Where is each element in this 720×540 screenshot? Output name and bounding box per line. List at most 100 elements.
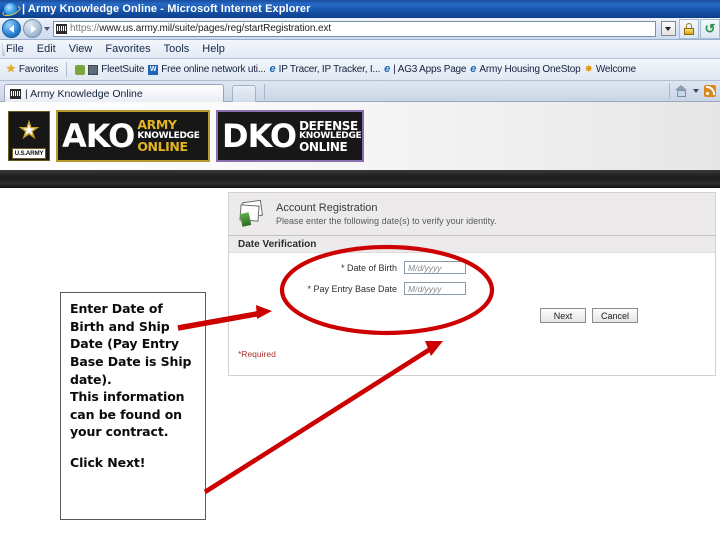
tab-label: | Army Knowledge Online — [25, 87, 143, 100]
toolbar-divider — [66, 62, 68, 77]
gray-page-icon — [88, 64, 99, 75]
tab-army-knowledge-online[interactable]: | Army Knowledge Online — [4, 84, 224, 102]
favorite-label: Welcome — [595, 64, 636, 75]
favorite-welcome[interactable]: ✸ Welcome — [584, 64, 636, 75]
menu-item-view[interactable]: View — [69, 43, 93, 55]
history-dropdown-icon[interactable] — [44, 26, 50, 31]
tab-bar-toolbar — [669, 83, 716, 98]
callout-line-3: Date (Pay Entry — [70, 336, 179, 352]
toolbar-divider — [264, 84, 265, 100]
refresh-button[interactable]: ↺ — [700, 18, 720, 39]
section-title: Date Verification — [238, 238, 317, 250]
favorite-label: FleetSuite — [101, 64, 145, 75]
site-nav-strip — [0, 170, 720, 188]
favorite-army-housing-onestop[interactable]: e Army Housing OneStop — [470, 63, 581, 76]
security-lock-button[interactable] — [679, 18, 699, 39]
menu-item-tools[interactable]: Tools — [164, 43, 190, 55]
date-of-birth-label: * Date of Birth — [340, 262, 397, 273]
instruction-callout: Enter Date of Birth and Ship Date (Pay E… — [60, 292, 206, 520]
page-title: Account Registration — [276, 202, 378, 214]
callout-line-5: date). — [70, 371, 112, 387]
callout-line-7: can be found on — [70, 406, 182, 422]
panel-header: Account Registration Please enter the fo… — [228, 192, 716, 236]
favorites-button[interactable]: ★ Favorites — [6, 63, 59, 76]
form-buttons: Next Cancel — [229, 308, 715, 323]
forward-button[interactable] — [23, 19, 42, 38]
favorite-free-online-network-utilities[interactable]: W Free online network uti... — [148, 64, 266, 75]
ako-tagline-line3: ONLINE — [137, 138, 188, 154]
home-icon[interactable] — [675, 84, 688, 97]
browser-window: | Army Knowledge Online - Microsoft Inte… — [0, 0, 720, 540]
white-star-icon: ★ — [22, 121, 36, 139]
rss-feed-icon[interactable] — [704, 84, 716, 97]
new-tab-button[interactable] — [232, 85, 256, 102]
blue-square-icon: W — [148, 64, 159, 75]
callout-line-2: Birth and Ship — [70, 318, 170, 334]
menu-item-edit[interactable]: Edit — [37, 43, 56, 55]
address-dropdown-icon — [660, 21, 676, 36]
ako-tagline: ARMY KNOWLEDGE ONLINE — [137, 117, 200, 154]
star-icon: ★ — [6, 63, 16, 75]
window-title: | Army Knowledge Online - Microsoft Inte… — [22, 3, 311, 15]
menu-item-favorites[interactable]: Favorites — [105, 43, 150, 55]
page-favicon — [56, 23, 67, 34]
account-registration-panel: Account Registration Please enter the fo… — [228, 192, 716, 378]
pay-entry-base-date-label: * Pay Entry Base Date — [307, 283, 397, 294]
favorite-label: IP Tracer, IP Tracker, I... — [278, 64, 381, 75]
date-of-birth-input[interactable]: M/d/yyyy — [404, 261, 466, 274]
address-bar: https://www.us.army.mil/suite/pages/reg/… — [0, 18, 720, 40]
site-logo-banner: ★ ★ U.S.ARMY AKO ARMY KNOWLEDGE ONLINE D… — [0, 102, 720, 170]
next-button[interactable]: Next — [540, 308, 586, 323]
favorite-fleetsuite[interactable]: FleetSuite — [75, 64, 144, 75]
green-page-icon — [75, 64, 86, 75]
favorite-ag3-apps-page[interactable]: e | AG3 Apps Page — [384, 64, 467, 76]
callout-line-4: Base Date is Ship — [70, 353, 192, 369]
favorites-label: Favorites — [18, 64, 59, 75]
favorite-label: Free online network uti... — [161, 64, 266, 75]
ako-acronym: AKO — [62, 117, 135, 155]
chevron-down-icon[interactable] — [693, 88, 699, 93]
dko-tagline: DEFENSE KNOWLEDGE ONLINE — [299, 118, 362, 153]
us-army-star-seal-icon: ★ ★ U.S.ARMY — [8, 111, 50, 161]
cancel-button[interactable]: Cancel — [592, 308, 638, 323]
callout-line-1: Enter Date of — [70, 301, 163, 316]
lock-icon — [684, 22, 694, 35]
callout-line-6: This information — [70, 389, 185, 405]
tab-bar: | Army Knowledge Online — [0, 81, 720, 102]
url-rest: www.us.army.mil/suite/pages/reg/startReg… — [99, 23, 332, 34]
ako-logo[interactable]: AKO ARMY KNOWLEDGE ONLINE — [56, 110, 210, 162]
favorite-label: Army Housing OneStop — [479, 64, 581, 75]
back-button[interactable] — [2, 19, 21, 38]
toolbar-divider — [669, 83, 670, 98]
ie-page-icon: e — [269, 63, 276, 75]
favorites-bar: ★ Favorites FleetSuite W Free online net… — [0, 59, 720, 81]
url-scheme: https:// — [70, 23, 100, 34]
ako-tagline-line1: ARMY — [137, 117, 177, 132]
refresh-icon: ↺ — [704, 21, 716, 36]
title-bar: | Army Knowledge Online - Microsoft Inte… — [0, 0, 720, 18]
callout-line-8: your contract. — [70, 424, 169, 440]
menu-item-file[interactable]: File — [6, 43, 24, 55]
form-row-date-of-birth: * Date of Birth M/d/yyyy — [229, 261, 715, 274]
page-favicon — [10, 88, 21, 99]
sun-icon: ✸ — [584, 63, 593, 75]
pay-entry-base-date-input[interactable]: M/d/yyyy — [404, 282, 466, 295]
menu-item-help[interactable]: Help — [202, 43, 225, 55]
internet-explorer-icon — [4, 2, 17, 16]
dko-acronym: DKO — [222, 117, 297, 155]
url-text: https://www.us.army.mil/suite/pages/reg/… — [70, 23, 331, 34]
form-row-pay-entry-base-date: * Pay Entry Base Date M/d/yyyy — [229, 282, 715, 295]
url-input[interactable]: https://www.us.army.mil/suite/pages/reg/… — [53, 20, 656, 37]
required-note: *Required — [238, 349, 276, 359]
ie-page-icon: e — [470, 63, 477, 75]
dko-tagline-line1: DEFENSE — [299, 118, 358, 133]
address-dropdown-button[interactable] — [658, 19, 678, 39]
favorite-ip-tracer[interactable]: e IP Tracer, IP Tracker, I... — [269, 63, 381, 76]
favorite-label: | AG3 Apps Page — [393, 64, 467, 75]
callout-cta: Click Next! — [70, 454, 146, 470]
menu-bar: File Edit View Favorites Tools Help — [0, 40, 720, 59]
dko-logo[interactable]: DKO DEFENSE KNOWLEDGE ONLINE — [216, 110, 364, 162]
page-subtitle: Please enter the following date(s) to ve… — [276, 216, 497, 226]
registration-pages-icon — [239, 199, 267, 227]
section-header-date-verification: Date Verification — [229, 236, 715, 253]
